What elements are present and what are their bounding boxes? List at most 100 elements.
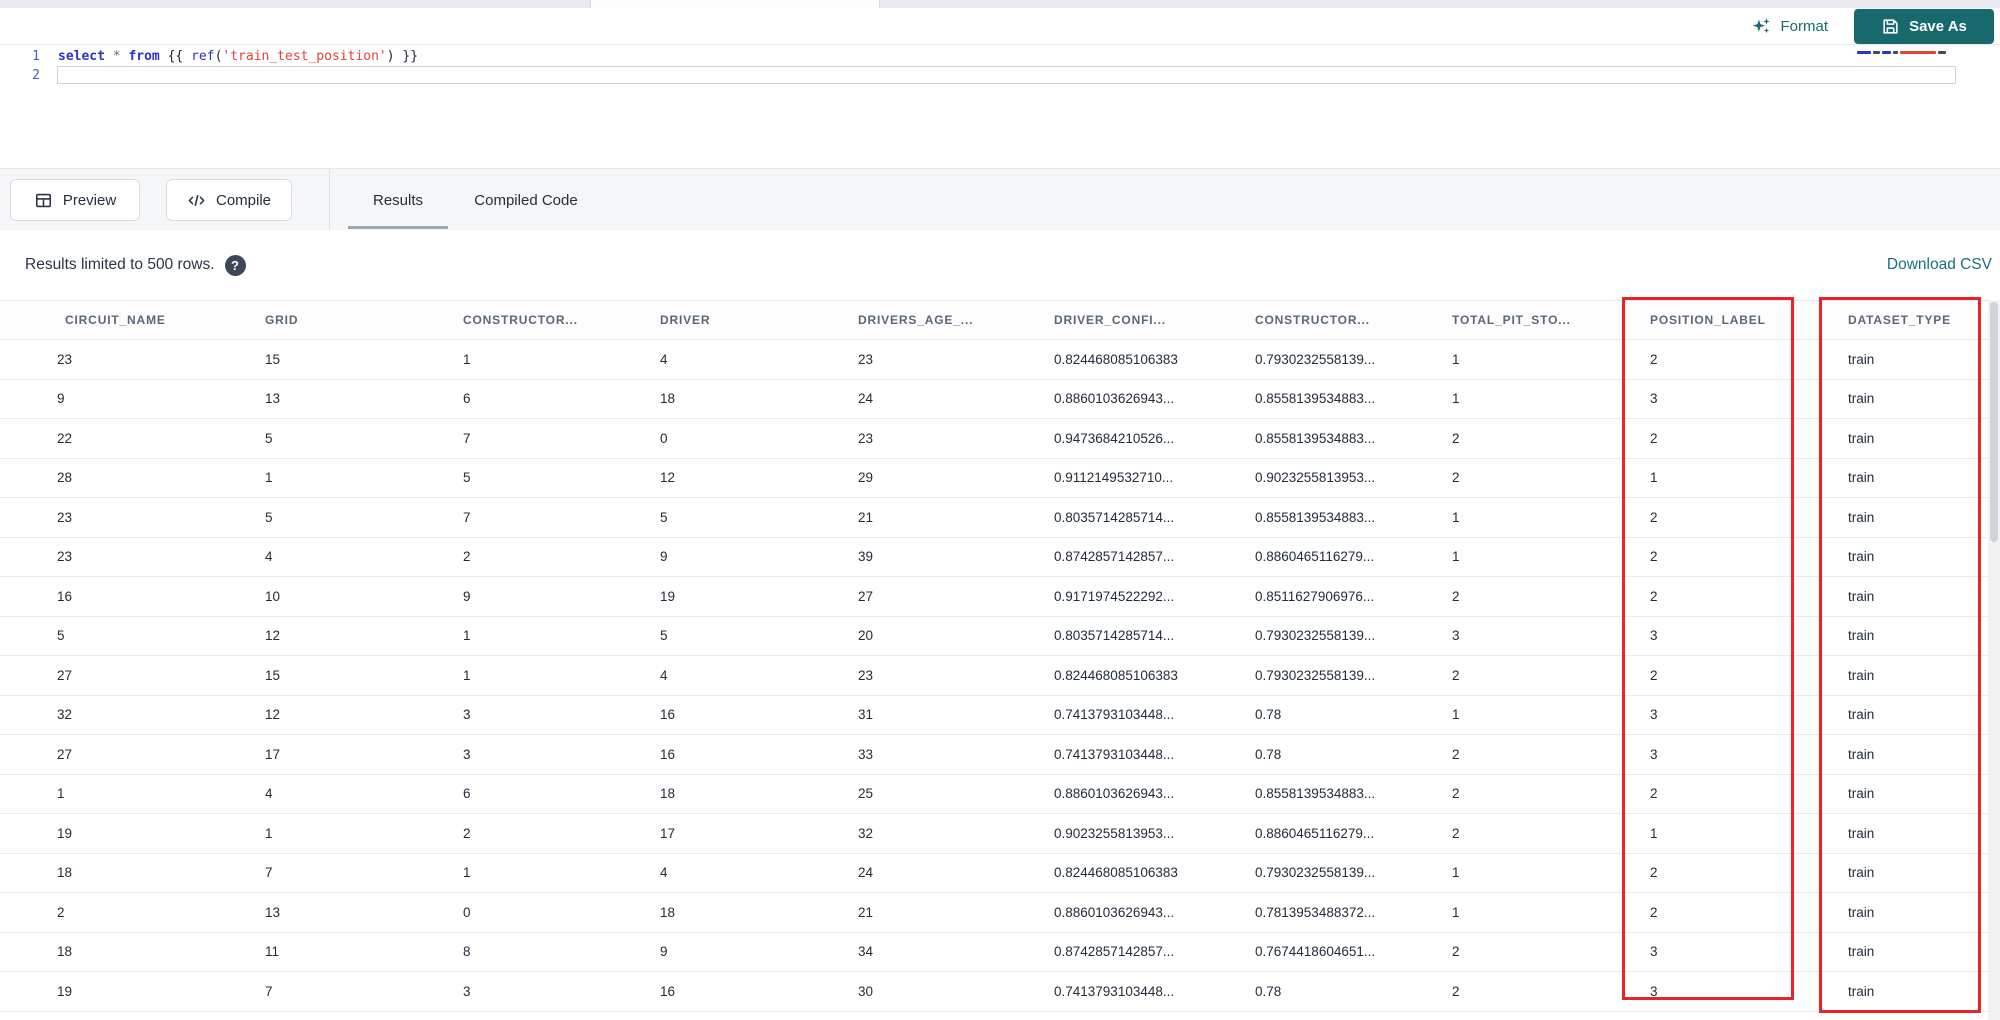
table-cell: train — [1848, 944, 1875, 960]
table-cell: 0.8035714285714... — [1054, 509, 1175, 525]
code-line-1[interactable]: select * from {{ ref('train_test_positio… — [58, 47, 418, 66]
table-cell: 0.9023255813953... — [1054, 825, 1175, 841]
minimap-segment — [1882, 50, 1891, 54]
tab-compiled-code[interactable]: Compiled Code — [460, 169, 592, 231]
table-cell: 0.8860103626943... — [1054, 904, 1175, 920]
table-cell: 0.8511627906976... — [1255, 588, 1375, 604]
table-cell: 0 — [660, 430, 668, 446]
code-token: ref — [191, 49, 215, 64]
table-cell: 1 — [1650, 470, 1658, 486]
table-cell: 0.824468085106383 — [1054, 351, 1178, 367]
table-cell: 7 — [463, 430, 471, 446]
table-cell: train — [1848, 509, 1875, 525]
code-token: ) — [386, 49, 395, 64]
table-cell: 0.8558139534883... — [1255, 391, 1376, 407]
table-cell: 0.7413793103448... — [1054, 707, 1175, 723]
table-cell: 12 — [660, 470, 676, 486]
table-cell: 2 — [1650, 667, 1658, 683]
table-cell: 9 — [57, 391, 65, 407]
table-cell: 4 — [660, 667, 668, 683]
table-row: 16 10 9 19 27 0.9171974522292... 0.85116279069… — [0, 577, 2000, 617]
table-cell: 12 — [265, 628, 281, 644]
results-toolbar: Preview Compile Results Compiled Code — [0, 168, 2000, 231]
table-cell: 0.8860465116279... — [1255, 825, 1375, 841]
dbt-ide-window: Format Save As 12 select * from {{ ref('… — [0, 0, 2000, 1020]
table-cell: 3 — [1650, 707, 1658, 723]
table-cell: 27 — [57, 746, 73, 762]
results-limit-text: Results limited to 500 rows. — [25, 256, 215, 273]
table-cell: 3 — [1650, 391, 1658, 407]
table-cell: 1 — [265, 825, 273, 841]
tab-results[interactable]: Results — [348, 169, 448, 231]
table-cell: 0.7813953488372... — [1255, 904, 1376, 920]
table-cell: 2 — [1452, 470, 1460, 486]
compile-button[interactable]: Compile — [166, 179, 292, 221]
table-cell: 3 — [463, 983, 471, 999]
scrollbar-thumb[interactable] — [1990, 302, 1998, 542]
table-row: 5 12 1 5 20 0.8035714285714... 0.7930232558139… — [0, 616, 2000, 656]
editor-gutter: 12 — [18, 47, 40, 85]
download-csv-label: Download CSV — [1886, 256, 1992, 273]
table-cell: 2 — [1452, 983, 1460, 999]
table-cell: 8 — [463, 944, 471, 960]
table-cell: 0.8742857142857... — [1054, 549, 1175, 565]
table-cell: 2 — [1650, 430, 1658, 446]
table-cell: train — [1848, 707, 1875, 723]
sql-editor[interactable]: 12 select * from {{ ref('train_test_posi… — [0, 45, 2000, 168]
table-cell: 15 — [265, 667, 281, 683]
table-cell: 2 — [463, 825, 471, 841]
table-cell: train — [1848, 628, 1875, 644]
table-body: 23 15 1 4 23 0.824468085106383 0.7930232558139… — [0, 340, 2000, 1012]
table-cell: 0.8860103626943... — [1054, 391, 1175, 407]
table-cell: 0.8742857142857... — [1054, 944, 1175, 960]
editor-active-line[interactable] — [57, 66, 1956, 84]
table-cell: 5 — [660, 509, 668, 525]
table-cell: 1 — [1452, 351, 1460, 367]
table-cell: 0.824468085106383 — [1054, 667, 1178, 683]
table-cell: 16 — [660, 707, 676, 723]
table-cell: 12 — [265, 707, 281, 723]
table-cell: 1 — [1452, 904, 1460, 920]
table-cell: 0.7413793103448... — [1054, 746, 1175, 762]
table-cell: 13 — [265, 904, 281, 920]
table-cell: train — [1848, 667, 1875, 683]
header-cell: DRIVER — [660, 313, 711, 327]
table-cell: 2 — [1650, 549, 1658, 565]
table-cell: 9 — [660, 944, 668, 960]
editor-minimap[interactable] — [1857, 49, 1962, 55]
table-cell: 0.9171974522292... — [1054, 588, 1175, 604]
table-cell: 1 — [463, 865, 471, 881]
table-cell: 6 — [463, 786, 471, 802]
table-cell: train — [1848, 746, 1875, 762]
table-cell: 7 — [265, 983, 273, 999]
minimap-segment — [1900, 50, 1936, 54]
table-cell: 32 — [858, 825, 874, 841]
table-scrollbar[interactable] — [1988, 300, 2000, 1020]
table-row: 23 4 2 9 39 0.8742857142857... 0.8860465116279… — [0, 537, 2000, 577]
tab-compiled-code-label: Compiled Code — [474, 191, 578, 209]
table-cell: 7 — [463, 509, 471, 525]
save-as-button[interactable]: Save As — [1854, 9, 1994, 44]
download-csv-link[interactable]: Download CSV — [1887, 230, 1992, 300]
table-cell: 3 — [463, 746, 471, 762]
table-cell: 5 — [660, 628, 668, 644]
table-cell: 4 — [265, 549, 273, 565]
toolbar-divider — [329, 169, 330, 231]
table-cell: 0.8558139534883... — [1255, 786, 1376, 802]
header-cell: CIRCUIT_NAME — [65, 313, 166, 327]
table-cell: 18 — [660, 786, 676, 802]
active-file-tab[interactable] — [590, 0, 880, 8]
table-row: 23 5 7 5 21 0.8035714285714... 0.8558139534883… — [0, 498, 2000, 538]
table-cell: 32 — [57, 707, 73, 723]
table-row: 22 5 7 0 23 0.9473684210526... 0.8558139534883… — [0, 419, 2000, 459]
preview-button[interactable]: Preview — [10, 179, 140, 221]
code-token: select — [58, 49, 105, 64]
format-button[interactable]: Format — [1751, 13, 1828, 39]
table-cell: 1 — [57, 786, 65, 802]
table-cell: train — [1848, 351, 1875, 367]
table-cell: 2 — [1650, 786, 1658, 802]
help-icon[interactable]: ? — [224, 254, 246, 276]
results-table: CIRCUIT_NAME GRID CONSTRUCTOR... DRIVER DRIV… — [0, 300, 2000, 1012]
code-token: }} — [394, 49, 419, 64]
